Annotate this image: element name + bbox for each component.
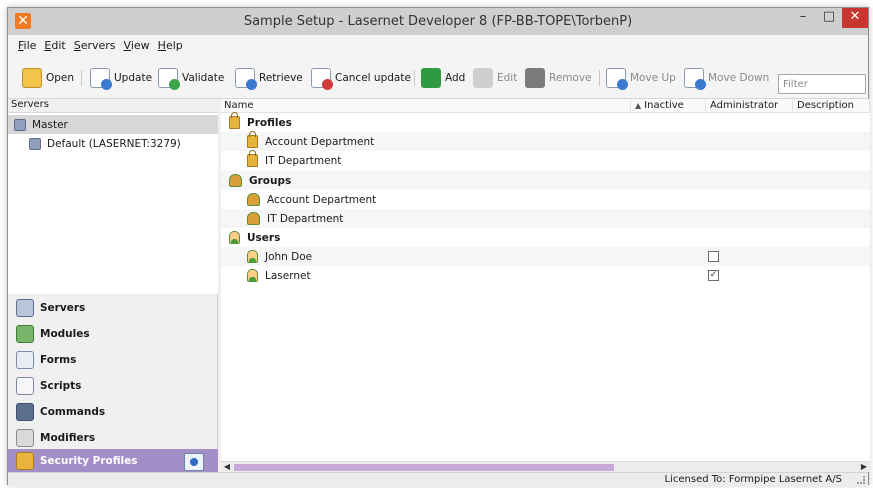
nav-servers[interactable]: Servers	[8, 295, 218, 321]
modules-icon	[16, 325, 34, 343]
server-icon	[14, 118, 26, 131]
toolbar-separator	[599, 70, 600, 86]
toolbar-separator	[414, 70, 415, 86]
sort-up-icon: ▲	[635, 101, 642, 110]
list-item-profile[interactable]: Account Department	[221, 131, 870, 151]
edit-icon	[473, 68, 493, 88]
open-button[interactable]: Open	[22, 66, 74, 90]
retrieve-button[interactable]: Retrieve	[235, 66, 303, 90]
menu-file[interactable]: File	[18, 39, 36, 52]
nav-modules[interactable]: Modules	[8, 321, 218, 347]
license-status: Licensed To: Formpipe Lasernet A/S	[664, 474, 842, 485]
server-icon	[16, 299, 34, 317]
user-icon	[247, 269, 258, 282]
tree-item-default[interactable]: Default (LASERNET:3279)	[8, 134, 218, 153]
menu-bar: File Edit Servers View Help	[8, 35, 868, 56]
user-icon	[247, 250, 258, 263]
user-icon	[229, 231, 240, 244]
administrator-checkbox[interactable]: ✓	[708, 270, 719, 281]
status-bar: Licensed To: Formpipe Lasernet A/S	[8, 472, 868, 486]
filter-input[interactable]	[778, 74, 866, 94]
cancel-update-button[interactable]: Cancel update	[311, 66, 411, 90]
cancel-update-icon	[311, 68, 333, 90]
add-icon	[421, 68, 441, 88]
edit-button[interactable]: Edit	[473, 66, 517, 90]
column-administrator[interactable]: Administrator	[706, 99, 793, 113]
servers-header: Servers	[8, 99, 218, 113]
maximize-button[interactable]: □	[816, 8, 842, 28]
move-down-button[interactable]: Move Down	[684, 66, 769, 90]
security-profiles-action-icon[interactable]	[184, 453, 204, 471]
retrieve-icon	[235, 68, 257, 90]
horizontal-scrollbar[interactable]: ◀ ▶	[221, 461, 870, 472]
group-icon	[229, 174, 242, 187]
window-title: Sample Setup - Lasernet Developer 8 (FP-…	[243, 14, 633, 29]
column-inactive[interactable]: ▲ Inactive	[631, 99, 706, 113]
list-group-users[interactable]: Users	[221, 228, 870, 247]
list-item-profile[interactable]: IT Department	[221, 150, 870, 170]
app-window: ✕ Sample Setup - Lasernet Developer 8 (F…	[7, 7, 870, 486]
left-panel: Servers Master Default (LASERNET:3279) S…	[8, 99, 218, 472]
navigation-list: Servers Modules Forms Scripts Commands M…	[8, 295, 218, 472]
minimize-button[interactable]: –	[790, 8, 816, 28]
column-name[interactable]: Name	[221, 99, 631, 113]
menu-view[interactable]: View	[124, 39, 150, 52]
scroll-left-icon[interactable]: ◀	[222, 462, 232, 472]
scripts-icon	[16, 377, 34, 395]
menu-servers[interactable]: Servers	[74, 39, 116, 52]
folder-icon	[22, 68, 42, 88]
lock-icon	[16, 451, 34, 470]
list-item-user[interactable]: Lasernet ✓	[221, 266, 870, 285]
move-up-button[interactable]: Move Up	[606, 66, 676, 90]
nav-security-profiles[interactable]: Security Profiles	[8, 449, 218, 472]
title-bar[interactable]: ✕ Sample Setup - Lasernet Developer 8 (F…	[8, 8, 868, 35]
validate-icon	[158, 68, 180, 90]
lock-icon	[247, 131, 258, 148]
modifiers-icon	[16, 429, 34, 447]
column-description[interactable]: Description	[793, 99, 870, 113]
menu-help[interactable]: Help	[158, 39, 183, 52]
add-button[interactable]: Add	[421, 66, 465, 90]
list-item-group[interactable]: IT Department	[221, 209, 870, 228]
nav-scripts[interactable]: Scripts	[8, 373, 218, 399]
remove-button[interactable]: Remove	[525, 66, 592, 90]
forms-icon	[16, 351, 34, 369]
group-icon	[247, 212, 260, 225]
toolbar-separator	[81, 70, 82, 86]
validate-button[interactable]: Validate	[158, 66, 224, 90]
lock-icon	[247, 150, 258, 167]
nav-commands[interactable]: Commands	[8, 399, 218, 425]
toolbar: Open Update Validate Retrieve Cancel upd…	[8, 56, 868, 99]
column-header: Name ▲ Inactive Administrator Description	[221, 99, 870, 113]
server-icon	[29, 137, 41, 150]
administrator-checkbox[interactable]	[708, 251, 719, 262]
servers-tree[interactable]: Master Default (LASERNET:3279)	[8, 113, 218, 294]
scroll-right-icon[interactable]: ▶	[859, 462, 869, 472]
security-list: Name ▲ Inactive Administrator Description…	[221, 99, 870, 472]
group-icon	[247, 193, 260, 206]
move-up-icon	[606, 68, 628, 90]
update-button[interactable]: Update	[90, 66, 152, 90]
close-button[interactable]: ✕	[842, 8, 868, 28]
scrollbar-thumb[interactable]	[234, 464, 614, 471]
resize-grip-icon[interactable]	[857, 476, 865, 484]
lock-icon	[229, 112, 240, 129]
list-item-group[interactable]: Account Department	[221, 190, 870, 209]
remove-icon	[525, 68, 545, 88]
update-icon	[90, 68, 112, 90]
tree-item-master[interactable]: Master	[8, 115, 218, 134]
list-group-profiles[interactable]: Profiles	[221, 112, 870, 132]
list-item-user[interactable]: John Doe	[221, 247, 870, 266]
commands-icon	[16, 403, 34, 421]
nav-forms[interactable]: Forms	[8, 347, 218, 373]
move-down-icon	[684, 68, 706, 90]
list-group-groups[interactable]: Groups	[221, 171, 870, 190]
menu-edit[interactable]: Edit	[44, 39, 65, 52]
nav-modifiers[interactable]: Modifiers	[8, 425, 218, 451]
